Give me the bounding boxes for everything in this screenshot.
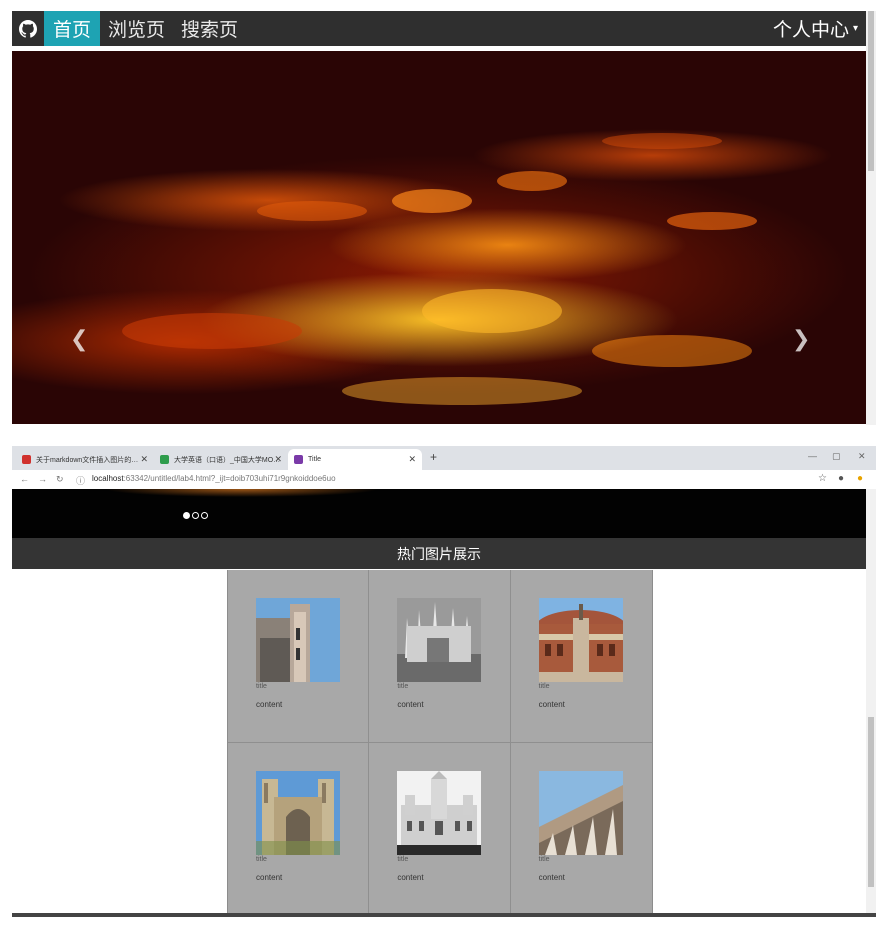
carousel-dot[interactable] xyxy=(183,512,190,519)
scrollbar-thumb[interactable] xyxy=(868,717,874,887)
card-content: content xyxy=(397,872,424,882)
maximize-icon[interactable]: ▢ xyxy=(832,451,841,462)
card-title: title xyxy=(538,855,550,863)
account-icon[interactable]: ● xyxy=(838,473,844,484)
favicon-icon xyxy=(22,455,31,464)
image-card[interactable]: title content xyxy=(369,742,511,915)
card-content: content xyxy=(538,872,565,882)
tab-title: 大学英语（口语）_中国大学MO… xyxy=(174,456,281,464)
card-image[interactable] xyxy=(397,770,482,855)
chevron-left-icon[interactable]: ❮ xyxy=(70,327,88,352)
card-image[interactable] xyxy=(256,598,340,682)
card-title: title xyxy=(538,683,550,690)
bottom-screenshot: 关于markdown文件插入图片的… ✕ 大学英语（口语）_中国大学MO… ✕ … xyxy=(0,446,883,926)
new-tab-icon[interactable]: + xyxy=(430,450,437,464)
url-field[interactable]: localhost:63342/untitled/lab4.html?_ijt=… xyxy=(92,474,336,483)
carousel-hero-bottom xyxy=(12,489,866,538)
window-close-icon[interactable]: ✕ xyxy=(858,451,866,462)
tab-title: Title xyxy=(308,456,321,463)
scrollbar[interactable] xyxy=(866,489,876,916)
close-icon[interactable]: ✕ xyxy=(408,454,416,465)
user-center-dropdown[interactable]: 个人中心 ▾ xyxy=(773,11,866,46)
card-image[interactable] xyxy=(538,770,623,855)
card-title: title xyxy=(397,683,409,690)
image-card[interactable]: title content xyxy=(369,570,511,743)
browser-tab-bar: 关于markdown文件插入图片的… ✕ 大学英语（口语）_中国大学MO… ✕ … xyxy=(12,446,876,470)
image-card[interactable]: title content xyxy=(228,742,370,915)
tab-title: 关于markdown文件插入图片的… xyxy=(36,456,139,464)
card-title: title xyxy=(256,683,267,690)
sunset-clouds-image xyxy=(122,133,757,405)
scrollbar-thumb[interactable] xyxy=(868,11,874,171)
carousel-dot[interactable] xyxy=(201,512,208,519)
top-screenshot: 首页 浏览页 搜索页 个人中心 ▾ ❮ ❯ xyxy=(0,0,883,430)
navbar: 首页 浏览页 搜索页 个人中心 ▾ xyxy=(12,11,866,46)
browser-tab[interactable]: 关于markdown文件插入图片的… ✕ xyxy=(16,449,154,470)
image-grid: title content title content title conten… xyxy=(227,570,653,915)
url-host: localhost xyxy=(92,474,124,483)
close-icon[interactable]: ✕ xyxy=(140,454,148,465)
card-content: content xyxy=(538,700,565,709)
star-icon[interactable]: ☆ xyxy=(818,473,827,484)
forward-icon[interactable]: → xyxy=(38,474,47,484)
card-content: content xyxy=(397,700,424,709)
taskbar-edge xyxy=(12,913,876,917)
caret-down-icon: ▾ xyxy=(852,23,858,34)
extension-icon[interactable]: ● xyxy=(857,473,863,484)
carousel-hero-image: ❮ ❯ xyxy=(12,51,866,424)
section-heading: 热门图片展示 xyxy=(12,538,866,569)
image-card[interactable]: title content xyxy=(228,570,370,743)
favicon-icon xyxy=(294,455,303,464)
user-center-label: 个人中心 xyxy=(772,19,849,41)
nav-item-browse[interactable]: 浏览页 xyxy=(100,11,173,46)
hero-image-edge xyxy=(72,489,412,499)
close-icon[interactable]: ✕ xyxy=(274,454,282,465)
carousel-dot[interactable] xyxy=(192,512,199,519)
favicon-icon xyxy=(160,455,169,464)
scrollbar[interactable] xyxy=(866,11,876,425)
github-icon[interactable] xyxy=(12,11,44,46)
browser-tab[interactable]: 大学英语（口语）_中国大学MO… ✕ xyxy=(154,449,288,470)
info-icon[interactable]: ⓘ xyxy=(76,474,85,487)
image-card[interactable]: title content xyxy=(510,743,652,915)
card-content: content xyxy=(256,700,283,709)
card-content: content xyxy=(256,872,283,882)
reload-icon[interactable]: ↻ xyxy=(56,474,64,485)
image-card[interactable]: title content xyxy=(510,570,652,743)
card-image[interactable] xyxy=(397,598,482,682)
chevron-right-icon[interactable]: ❯ xyxy=(792,327,810,352)
card-title: title xyxy=(256,855,267,863)
browser-tab-active[interactable]: Title ✕ xyxy=(288,449,422,470)
card-image[interactable] xyxy=(538,598,623,682)
back-icon[interactable]: ← xyxy=(20,474,29,484)
nav-item-home[interactable]: 首页 xyxy=(44,11,101,46)
url-path: :63342/untitled/lab4.html?_ijt=doib703uh… xyxy=(123,474,336,483)
card-title: title xyxy=(397,855,409,863)
minimize-icon[interactable]: — xyxy=(808,451,817,461)
address-bar: ← → ↻ ⓘ localhost:63342/untitled/lab4.ht… xyxy=(12,470,876,490)
card-image[interactable] xyxy=(256,770,340,855)
carousel-indicators xyxy=(183,512,208,519)
nav-item-search[interactable]: 搜索页 xyxy=(173,11,246,46)
